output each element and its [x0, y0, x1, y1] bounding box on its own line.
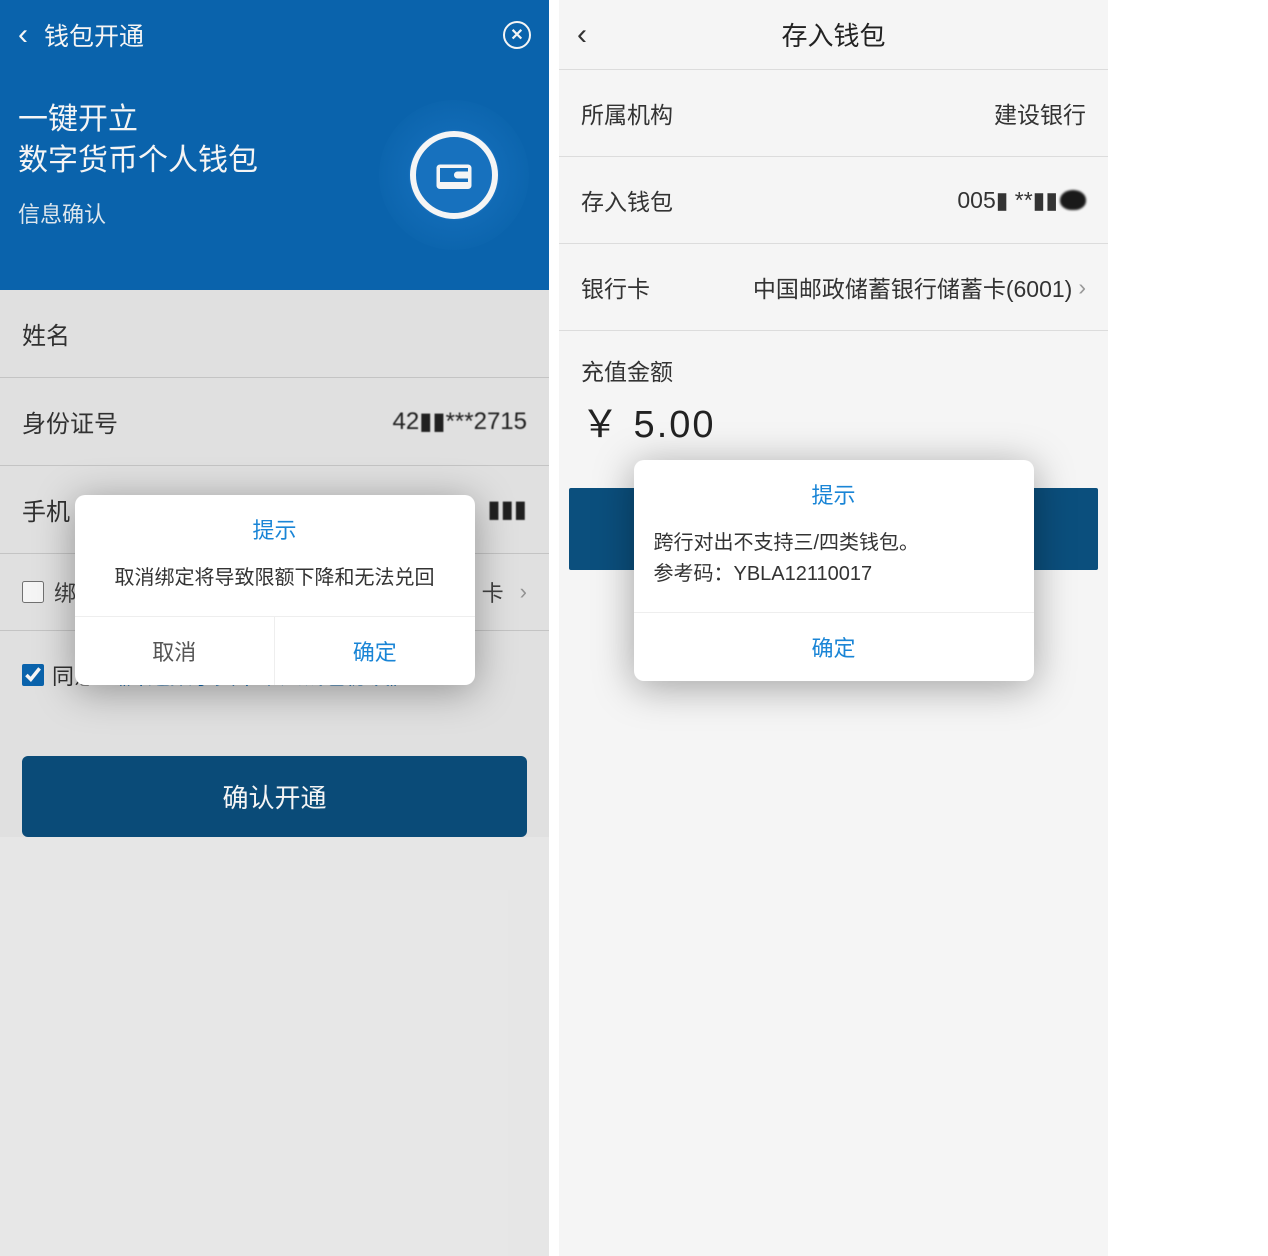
org-label: 所属机构 [581, 96, 673, 130]
dialog-ok-button[interactable]: 确定 [634, 612, 1034, 681]
dialog-cancel-button[interactable]: 取消 [75, 617, 276, 685]
wallet-value: 005▮ **▮▮ [957, 187, 1058, 214]
dialog-title: 提示 [75, 495, 475, 555]
row-card[interactable]: 银行卡 中国邮政储蓄银行储蓄卡(6001)› [559, 244, 1108, 331]
dialog-ok-button[interactable]: 确定 [275, 617, 475, 685]
screen-deposit: ‹ 存入钱包 所属机构 建设银行 存入钱包 005▮ **▮▮ 银行卡 中国邮政… [559, 0, 1108, 1256]
header: ‹ 存入钱包 [559, 0, 1108, 70]
dialog-msg-line2: 参考码：YBLA12110017 [654, 559, 1014, 590]
wallet-label: 存入钱包 [581, 183, 673, 217]
org-value: 建设银行 [994, 96, 1086, 130]
row-wallet[interactable]: 存入钱包 005▮ **▮▮ [559, 157, 1108, 244]
page-title: 存入钱包 [781, 16, 885, 53]
dialog-error: 提示 跨行对出不支持三/四类钱包。 参考码：YBLA12110017 确定 [634, 460, 1034, 681]
card-label: 银行卡 [581, 270, 650, 304]
redacted-mark [1060, 190, 1086, 210]
dialog-unbind-warning: 提示 取消绑定将导致限额下降和无法兑回 取消 确定 [75, 495, 475, 685]
row-org: 所属机构 建设银行 [559, 70, 1108, 157]
card-value: 中国邮政储蓄银行储蓄卡(6001) [753, 270, 1072, 304]
amount-label: 充值金额 [559, 331, 1108, 393]
dialog-msg-line1: 跨行对出不支持三/四类钱包。 [654, 528, 1014, 559]
chevron-right-icon: › [1078, 274, 1086, 301]
dialog-message: 跨行对出不支持三/四类钱包。 参考码：YBLA12110017 [634, 520, 1034, 612]
dialog-title: 提示 [634, 460, 1034, 520]
back-icon[interactable]: ‹ [577, 18, 587, 52]
dialog-message: 取消绑定将导致限额下降和无法兑回 [75, 555, 475, 616]
screen-wallet-open: ‹ 钱包开通 ✕ 一键开立 数字货币个人钱包 信息确认 姓名 身份证号 42▮▮… [0, 0, 549, 1256]
